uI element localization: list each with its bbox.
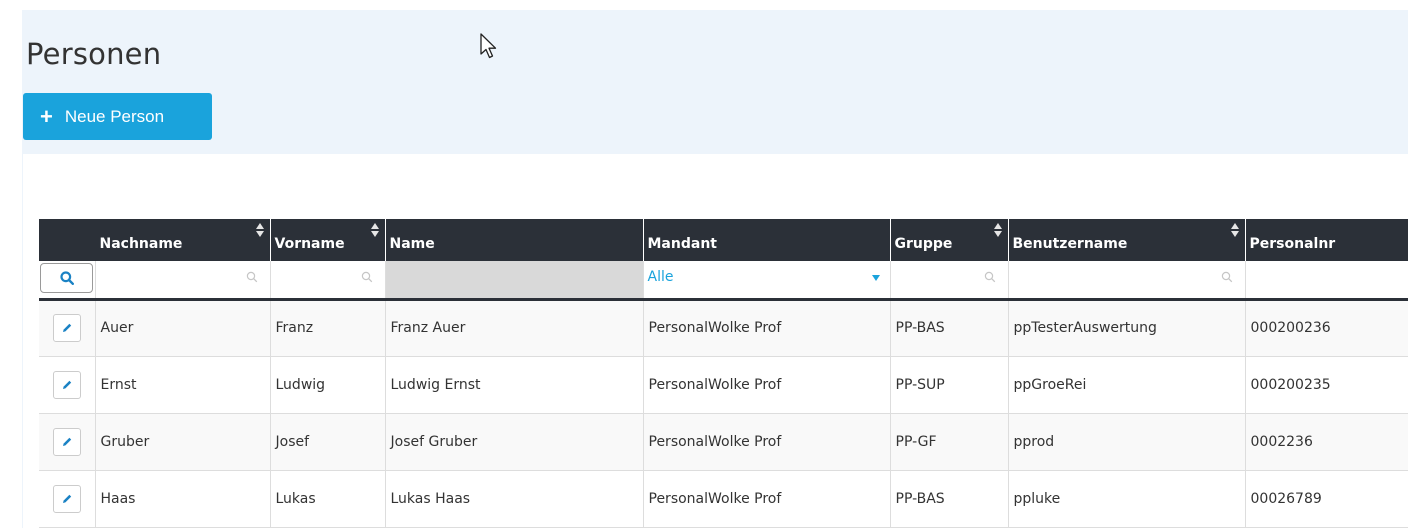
cell-benutzername: ppGroeRei	[1008, 356, 1246, 414]
pencil-icon	[62, 323, 71, 332]
edit-button[interactable]	[52, 314, 81, 342]
pencil-icon	[62, 437, 71, 446]
cell-name: Franz Auer	[385, 299, 644, 357]
column-header-label: Name	[389, 236, 435, 252]
cell-personalnr: 000200236	[1245, 299, 1408, 357]
cell-nachname: Ernst	[95, 356, 271, 414]
column-header-vorname[interactable]: Vorname	[270, 219, 386, 261]
cell-name: Lukas Haas	[385, 470, 644, 528]
page-title: Personen	[26, 37, 162, 71]
column-header-label: Mandant	[647, 236, 717, 252]
edit-button[interactable]	[52, 484, 81, 513]
column-header-label: Gruppe	[894, 236, 953, 252]
cell-nachname: Gruber	[95, 413, 271, 471]
cell-mandant: PersonalWolke Prof	[643, 299, 891, 357]
column-header-actions	[39, 219, 96, 261]
pencil-icon	[62, 380, 71, 389]
cell-benutzername: ppTesterAuswertung	[1008, 299, 1246, 357]
cell-gruppe: PP-SUP	[890, 356, 1009, 414]
search-icon	[59, 271, 74, 285]
column-header-label: Vorname	[274, 236, 345, 252]
cell-benutzername: ppluke	[1008, 470, 1246, 528]
new-person-label: Neue Person	[64, 106, 165, 126]
column-header-gruppe[interactable]: Gruppe	[890, 219, 1009, 261]
cell-vorname: Franz	[270, 299, 386, 357]
column-header-label: Nachname	[99, 236, 183, 252]
cell-name: Josef Gruber	[385, 413, 644, 471]
cell-personalnr: 00026789	[1245, 470, 1408, 528]
row-actions-cell	[39, 356, 96, 414]
plus-icon: +	[40, 103, 53, 129]
table-row: Auer Franz Franz Auer PersonalWolke Prof…	[39, 299, 1408, 357]
search-icon	[1221, 271, 1232, 283]
sort-icon[interactable]	[1230, 223, 1240, 239]
persons-table: Nachname Vorname Name Mandant Gruppe Ben…	[39, 219, 1408, 528]
edit-button[interactable]	[52, 370, 81, 399]
cell-vorname: Josef	[270, 413, 386, 471]
cell-benutzername: pprod	[1008, 413, 1246, 471]
filter-vorname[interactable]	[270, 261, 386, 301]
sort-icon[interactable]	[370, 223, 380, 239]
pencil-icon	[62, 494, 71, 503]
search-icon	[984, 271, 995, 283]
column-header-label: Personalnr	[1249, 236, 1336, 252]
filter-search-cell	[39, 261, 96, 301]
filter-search-button[interactable]	[40, 263, 93, 293]
cell-gruppe: PP-GF	[890, 413, 1009, 471]
column-header-name: Name	[385, 219, 644, 261]
cell-mandant: PersonalWolke Prof	[643, 413, 891, 471]
cell-gruppe: PP-BAS	[890, 299, 1009, 357]
chevron-down-icon	[871, 275, 880, 281]
filter-personalnr[interactable]	[1245, 261, 1408, 301]
row-actions-cell	[39, 470, 96, 528]
row-actions-cell	[39, 413, 96, 471]
column-header-nachname[interactable]: Nachname	[95, 219, 271, 261]
search-icon	[246, 271, 257, 283]
table-row: Ernst Ludwig Ludwig Ernst PersonalWolke …	[39, 356, 1408, 414]
filter-name-disabled	[385, 261, 644, 301]
cell-gruppe: PP-BAS	[890, 470, 1009, 528]
column-header-label: Benutzername	[1012, 236, 1128, 252]
page-content: Personen + Neue Person Nachname Vorname …	[22, 10, 1408, 528]
cell-personalnr: 000200235	[1245, 356, 1408, 414]
column-header-personalnr: Personalnr	[1245, 219, 1408, 261]
cell-mandant: PersonalWolke Prof	[643, 356, 891, 414]
table-panel: Nachname Vorname Name Mandant Gruppe Ben…	[23, 154, 1408, 528]
column-header-benutzername[interactable]: Benutzername	[1008, 219, 1246, 261]
cell-vorname: Lukas	[270, 470, 386, 528]
search-icon	[361, 271, 372, 283]
cell-nachname: Haas	[95, 470, 271, 528]
table-row: Haas Lukas Lukas Haas PersonalWolke Prof…	[39, 470, 1408, 528]
cell-personalnr: 0002236	[1245, 413, 1408, 471]
sort-icon[interactable]	[255, 223, 265, 239]
row-actions-cell	[39, 299, 96, 357]
filter-mandant-select[interactable]: Alle	[643, 261, 891, 301]
cell-vorname: Ludwig	[270, 356, 386, 414]
cell-name: Ludwig Ernst	[385, 356, 644, 414]
mandant-select-value: Alle	[647, 269, 674, 285]
new-person-button[interactable]: + Neue Person	[23, 93, 212, 140]
table-header-row: Nachname Vorname Name Mandant Gruppe Ben…	[39, 219, 1408, 261]
cell-nachname: Auer	[95, 299, 271, 357]
filter-nachname[interactable]	[95, 261, 271, 301]
mouse-cursor-icon	[480, 33, 497, 59]
column-header-mandant: Mandant	[643, 219, 891, 261]
filter-benutzername[interactable]	[1008, 261, 1246, 301]
filter-row: Alle	[39, 261, 1408, 301]
edit-button[interactable]	[52, 427, 81, 456]
cell-mandant: PersonalWolke Prof	[643, 470, 891, 528]
filter-gruppe[interactable]	[890, 261, 1009, 301]
table-row: Gruber Josef Josef Gruber PersonalWolke …	[39, 413, 1408, 471]
sort-icon[interactable]	[993, 223, 1003, 239]
